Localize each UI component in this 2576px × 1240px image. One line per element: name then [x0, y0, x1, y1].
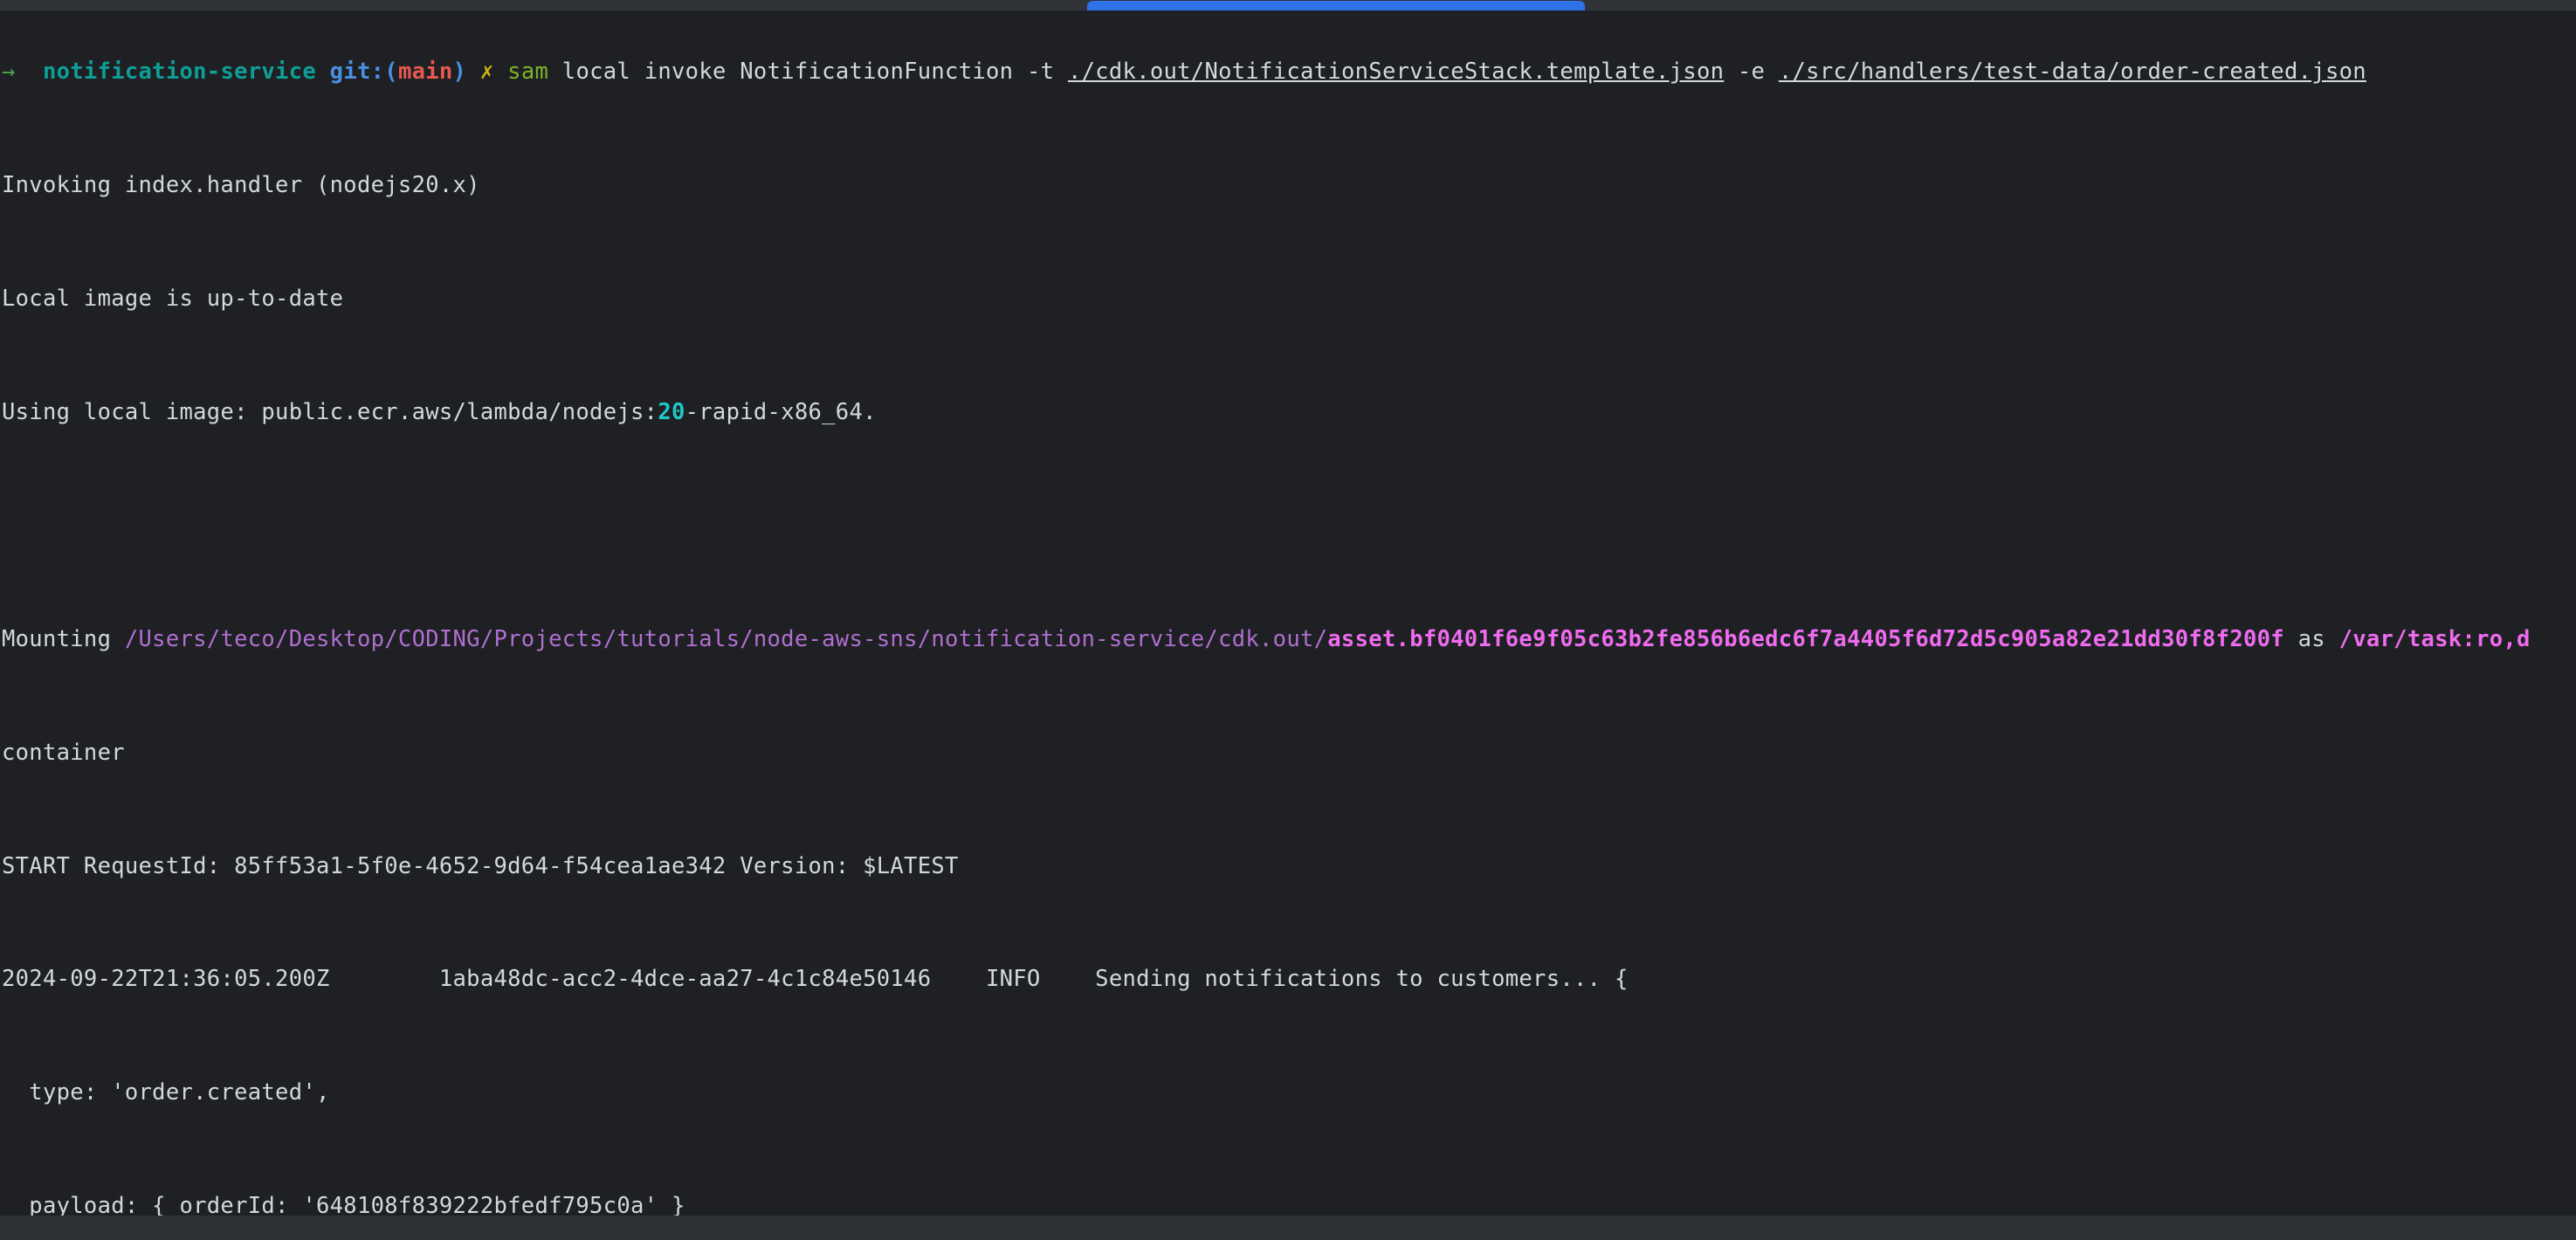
prompt-git-prefix: git:(: [329, 59, 398, 86]
command-template-path[interactable]: ./cdk.out/NotificationServiceStack.templ…: [1068, 59, 1724, 85]
active-tab-indicator[interactable]: [1087, 1, 1585, 10]
command-event-flag: -e: [1724, 59, 1779, 86]
prompt-git-branch: main: [397, 59, 453, 86]
prompt-git-suffix: ): [452, 59, 467, 86]
output-local-image-status: Local image is up-to-date: [2, 286, 344, 313]
log-line-payload: payload: { orderId: '648108f839222bfedf7…: [2, 1193, 685, 1216]
mount-as-label: as: [2283, 625, 2339, 652]
log-line-notifications: 2024-09-22T21:36:05.200Z 1aba48dc-acc2-4…: [2, 966, 1629, 993]
terminal-output: → notification-service git:(main) ✗ sam …: [0, 16, 2576, 1216]
mount-target-path: /var/task:ro,d: [2338, 625, 2531, 652]
mount-asset-hash: asset.bf0401f6e9f05c63b2fe856b6edc6f7a44…: [1327, 625, 2284, 652]
prompt-directory: notification-service: [42, 59, 317, 86]
command-program: sam: [507, 59, 549, 86]
terminal-window: → notification-service git:(main) ✗ sam …: [0, 0, 2576, 1240]
prompt-line-command: → notification-service git:(main) ✗ sam …: [0, 53, 2576, 91]
prompt-arrow-icon: →: [2, 59, 16, 86]
terminal-status-bar: [0, 1216, 2576, 1240]
output-using-local-image: Using local image: public.ecr.aws/lambda…: [0, 394, 2576, 431]
using-image-suffix: -rapid-x86_64.: [685, 398, 877, 425]
command-event-path[interactable]: ./src/handlers/test-data/order-created.j…: [1779, 59, 2366, 85]
terminal-title-bar[interactable]: [0, 0, 2576, 10]
terminal-body[interactable]: → notification-service git:(main) ✗ sam …: [0, 10, 2576, 1216]
using-image-prefix: Using local image: public.ecr.aws/lambda…: [2, 398, 658, 425]
output-mounting-wrap: container: [2, 739, 125, 766]
output-invoking: Invoking index.handler (nodejs20.x): [2, 172, 480, 199]
output-mounting: Mounting /Users/teco/Desktop/CODING/Proj…: [0, 621, 2576, 658]
mount-source-path: /Users/teco/Desktop/CODING/Projects/tuto…: [124, 625, 1328, 652]
command-args: local invoke NotificationFunction -t: [548, 59, 1068, 86]
using-image-version: 20: [658, 398, 685, 425]
mounting-label: Mounting: [2, 625, 125, 652]
log-line-type: type: 'order.created',: [2, 1079, 330, 1106]
output-start-line: START RequestId: 85ff53a1-5f0e-4652-9d64…: [2, 852, 959, 879]
output-blank-line: [0, 507, 2576, 545]
prompt-status-mark-icon: ✗: [479, 59, 494, 86]
